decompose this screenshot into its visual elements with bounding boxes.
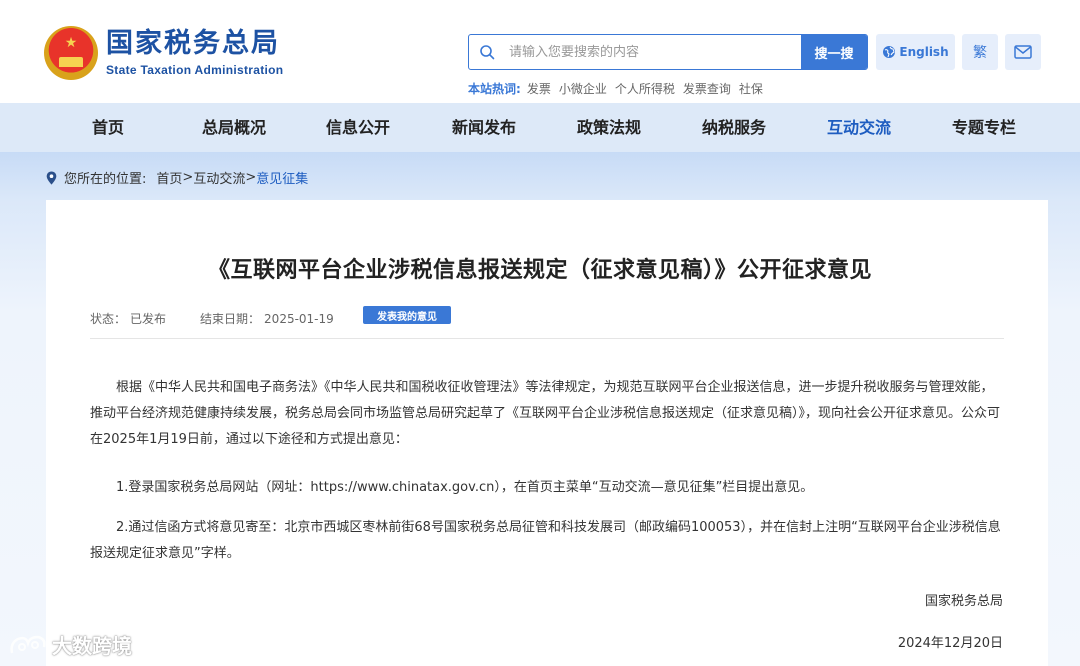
status-label: 状态： [90,312,127,326]
nav-item-home[interactable]: 首页 [58,103,158,152]
watermark: 大数跨境 [8,630,132,659]
site-header: ★ 国家税务总局 State Taxation Administration 搜… [0,0,1080,103]
end-date-label: 结束日期： [200,312,261,326]
breadcrumb-home[interactable]: 首页 [156,168,182,187]
english-label: English [899,45,949,59]
breadcrumb-separator: > [182,170,194,185]
nav-item-news[interactable]: 新闻发布 [434,103,534,152]
submit-opinion-button[interactable]: 发表我的意见 [363,306,451,324]
article-title: 《互联网平台企业涉税信息报送规定（征求意见稿）》公开征求意见 [207,258,872,283]
hot-word-link[interactable]: 小微企业 [559,80,607,97]
breadcrumb-prefix: 您所在的位置: [64,172,147,187]
english-version-button[interactable]: English [876,34,955,70]
search-input[interactable] [505,35,801,69]
mail-button[interactable] [1005,34,1041,70]
globe-icon [883,46,896,58]
national-emblem-icon: ★ [44,26,98,80]
breadcrumb-current[interactable]: 意见征集 [256,168,308,187]
logo-chinese-name: 国家税务总局 [106,28,280,59]
nav-item-tax-service[interactable]: 纳税服务 [684,103,784,152]
hot-word-link[interactable]: 发票查询 [683,80,731,97]
hot-words-label: 本站热词: [468,82,521,96]
nav-item-interaction[interactable]: 互动交流 [809,103,909,152]
article-paragraph: 2.通过信函方式将意见寄至：北京市西城区枣林前街68号国家税务总局征管和科技发展… [90,520,1001,561]
hot-words: 本站热词: 发票 小微企业 个人所得税 发票查询 社保 [468,80,771,97]
hot-word-link[interactable]: 发票 [527,80,551,97]
main-nav: 首页 总局概况 信息公开 新闻发布 政策法规 纳税服务 互动交流 专题专栏 [0,103,1080,152]
logo-english-name: State Taxation Administration [106,63,284,77]
breadcrumb-section[interactable]: 互动交流 [193,168,245,187]
article-paragraph: 根据《中华人民共和国电子商务法》《中华人民共和国税收征收管理法》等法律规定，为规… [90,380,1001,447]
mail-icon [1014,45,1032,59]
location-pin-icon [46,171,57,184]
watermark-text: 大数跨境 [52,634,132,658]
hot-word-link[interactable]: 社保 [739,80,763,97]
watermark-logo-icon [10,635,46,653]
search-icon [469,35,505,69]
article-meta: 状态： 已发布 结束日期： 2025-01-19 [90,310,338,327]
nav-item-overview[interactable]: 总局概况 [184,103,284,152]
status-value: 已发布 [130,312,167,326]
nav-item-info-disclosure[interactable]: 信息公开 [308,103,408,152]
divider [90,338,1004,339]
hot-word-link[interactable]: 个人所得税 [615,80,675,97]
site-logo[interactable]: ★ 国家税务总局 State Taxation Administration [44,26,283,80]
end-date-value: 2025-01-19 [264,311,334,326]
article-date: 2024年12月20日 [897,636,1003,651]
breadcrumb: 您所在的位置: 首页 > 互动交流 > 意见征集 [46,168,308,187]
breadcrumb-separator: > [245,170,257,185]
search-button[interactable]: 搜一搜 [801,35,867,69]
nav-item-policy[interactable]: 政策法规 [559,103,659,152]
article-paragraph: 1.登录国家税务总局网站（网址：https://www.chinatax.gov… [116,480,814,495]
nav-item-special[interactable]: 专题专栏 [934,103,1034,152]
traditional-chinese-button[interactable]: 繁 [962,34,998,70]
search-box: 搜一搜 [468,34,868,70]
article-signature: 国家税务总局 [924,594,1003,609]
